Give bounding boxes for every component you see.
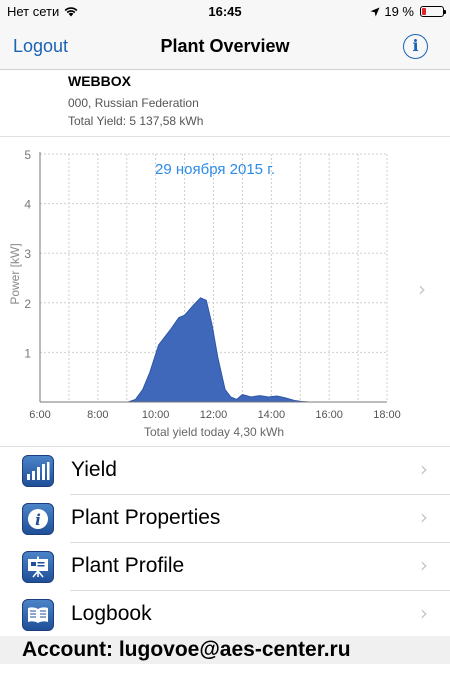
book-icon bbox=[22, 599, 54, 631]
y-tick-label: 2 bbox=[24, 297, 31, 311]
power-chart[interactable]: 1 2 3 4 5 6:00 8:00 10:00 12:00 14:00 16:00 18:00 2… bbox=[0, 137, 450, 446]
menu-item-plant-profile[interactable]: Plant Profile › bbox=[0, 543, 450, 591]
x-tick-label: 18:00 bbox=[373, 409, 401, 421]
battery-percent: 19 % bbox=[384, 4, 414, 19]
chart-title: 29 ноября 2015 г. bbox=[155, 161, 275, 178]
plant-total-yield: Total Yield: 5 137,58 kWh bbox=[68, 114, 204, 128]
navigation-bar: Logout Plant Overview i bbox=[0, 24, 450, 70]
location-arrow-icon bbox=[370, 7, 380, 16]
status-right-group: 19 % bbox=[370, 4, 446, 19]
x-tick-label: 16:00 bbox=[315, 409, 343, 421]
page-title: Plant Overview bbox=[160, 36, 290, 56]
status-bar: Нет сети 16:45 19 % bbox=[0, 0, 450, 24]
presentation-icon bbox=[22, 551, 54, 583]
account-footer: Account: lugovoe@aes-center.ru bbox=[0, 636, 450, 664]
y-tick-label: 5 bbox=[24, 148, 31, 162]
x-tick-label: 8:00 bbox=[87, 409, 108, 421]
y-tick-label: 3 bbox=[24, 247, 31, 261]
battery-tip bbox=[444, 10, 446, 14]
x-tick-label: 14:00 bbox=[258, 409, 286, 421]
plant-header[interactable]: WEBBOX 000, Russian Federation Total Yie… bbox=[0, 70, 450, 136]
x-tick-label: 10:00 bbox=[142, 409, 170, 421]
x-tick-label: 6:00 bbox=[29, 409, 50, 421]
power-area-series bbox=[40, 297, 387, 403]
y-axis-label: Power [kW] bbox=[8, 243, 22, 304]
battery-icon bbox=[420, 6, 446, 17]
y-tick-label: 4 bbox=[24, 198, 31, 212]
menu-label-plant-properties: Plant Properties bbox=[71, 506, 221, 529]
chevron-right-icon: › bbox=[420, 457, 428, 481]
menu-item-logbook[interactable]: Logbook › bbox=[0, 591, 450, 639]
bar-chart-icon bbox=[22, 455, 54, 487]
menu-item-plant-properties[interactable]: i Plant Properties › bbox=[0, 495, 450, 543]
account-email: Account: lugovoe@aes-center.ru bbox=[22, 638, 351, 661]
power-chart-svg: 1 2 3 4 5 6:00 8:00 10:00 12:00 14:00 16:00 18:00 2… bbox=[8, 148, 401, 439]
info-circle-icon[interactable]: i bbox=[403, 34, 428, 59]
menu-item-yield[interactable]: Yield › bbox=[0, 447, 450, 495]
battery-level bbox=[422, 8, 426, 15]
chart-chevron-right-icon: › bbox=[418, 277, 426, 301]
menu-label-plant-profile: Plant Profile bbox=[71, 554, 185, 577]
info-icon: i bbox=[22, 503, 54, 535]
plant-location: 000, Russian Federation bbox=[68, 96, 199, 110]
menu-label-yield: Yield bbox=[71, 458, 117, 481]
x-tick-label: 12:00 bbox=[200, 409, 228, 421]
y-tick-label: 1 bbox=[24, 346, 31, 360]
x-axis-label: Total yield today 4,30 kWh bbox=[144, 425, 284, 439]
svg-text:i: i bbox=[35, 511, 41, 529]
chevron-right-icon: › bbox=[420, 505, 428, 529]
chevron-right-icon: › bbox=[420, 553, 428, 577]
plant-name: WEBBOX bbox=[68, 73, 131, 89]
chevron-right-icon: › bbox=[420, 601, 428, 625]
menu-label-logbook: Logbook bbox=[71, 602, 152, 625]
